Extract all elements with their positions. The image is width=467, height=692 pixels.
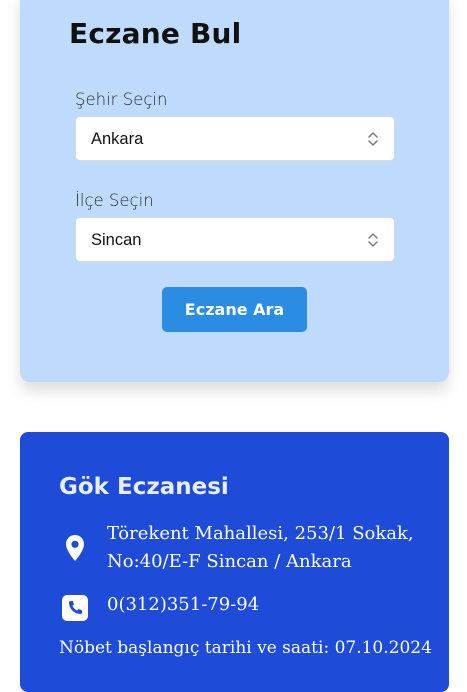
pharmacy-search-card: Eczane Bul Şehir Seçin Ankara İlçe Seçin… [20, 0, 449, 382]
district-select[interactable]: Sincan [75, 217, 395, 262]
district-label: İlçe Seçin [75, 191, 154, 210]
page-title: Eczane Bul [69, 17, 242, 50]
search-pharmacy-button[interactable]: Eczane Ara [162, 287, 307, 332]
pharmacy-address: Törekent Mahallesi, 253/1 Sokak, No:40/E… [107, 523, 414, 572]
chevron-up-down-icon [368, 132, 378, 146]
location-pin-icon [66, 535, 84, 561]
duty-start-text: Nöbet başlangıç tarihi ve saati: 07.10.2… [59, 638, 432, 658]
city-selected-value: Ankara [91, 130, 144, 148]
pharmacy-name: Gök Eczanesi [59, 474, 229, 500]
chevron-up-down-icon [368, 233, 378, 247]
city-label: Şehir Seçin [75, 90, 168, 109]
pharmacy-result-card: Gök Eczanesi Törekent Mahallesi, 253/1 S… [20, 432, 449, 692]
district-selected-value: Sincan [91, 231, 142, 249]
pharmacy-phone[interactable]: 0(312)351-79-94 [107, 594, 259, 615]
city-select[interactable]: Ankara [75, 116, 395, 161]
phone-icon [62, 595, 88, 621]
